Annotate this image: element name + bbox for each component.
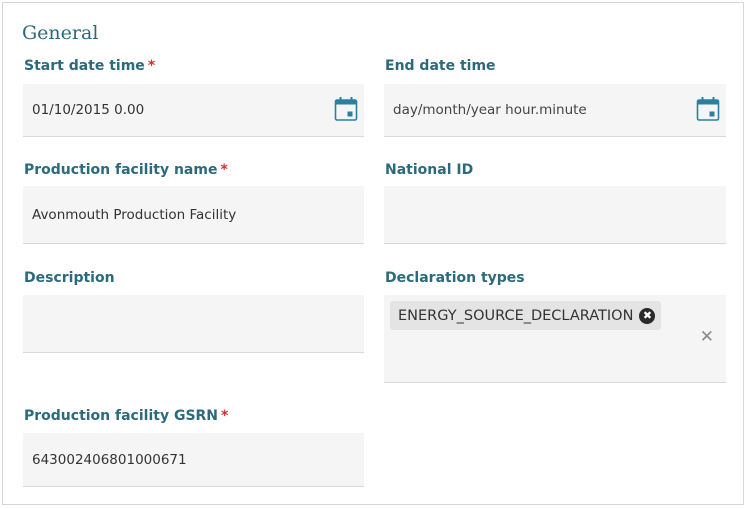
gsrn-label-text: Production facility GSRN [24,408,219,424]
facility-name-label: Production facility name * [24,162,228,178]
national-id-label-text: National ID [385,162,474,178]
end-date-label-text: End date time [385,58,496,74]
facility-name-value[interactable]: Avonmouth Production Facility [32,207,236,223]
start-date-field[interactable]: 01/10/2015 0.00 [23,84,364,137]
description-input[interactable] [23,295,364,353]
national-id-label: National ID [385,162,473,178]
section-title: General [22,22,99,44]
gsrn-value[interactable]: 643002406801000671 [32,452,187,468]
required-marker: * [221,408,229,424]
chip-remove-icon[interactable]: ✖ [639,307,656,324]
start-date-value[interactable]: 01/10/2015 0.00 [32,102,144,118]
gsrn-input[interactable]: 643002406801000671 [23,433,364,487]
required-marker: * [220,162,228,178]
calendar-icon[interactable] [696,96,720,122]
end-date-field[interactable]: day/month/year hour.minute [384,84,726,137]
start-date-label: Start date time * [24,58,155,74]
description-label-text: Description [24,270,115,286]
clear-selection-icon[interactable]: ✕ [700,329,714,346]
end-date-label: End date time [385,58,496,74]
end-date-placeholder[interactable]: day/month/year hour.minute [393,102,587,118]
start-date-label-text: Start date time [24,58,145,74]
declaration-type-chip: ENERGY_SOURCE_DECLARATION ✖ [390,301,662,330]
declaration-types-label-text: Declaration types [385,270,525,286]
declaration-types-label: Declaration types [385,270,525,286]
chip-label: ENERGY_SOURCE_DECLARATION [398,307,634,324]
declaration-types-select[interactable]: ENERGY_SOURCE_DECLARATION ✖ ✕ [384,295,726,383]
calendar-icon[interactable] [334,96,358,122]
description-label: Description [24,270,115,286]
gsrn-label: Production facility GSRN * [24,408,228,424]
facility-name-label-text: Production facility name [24,162,218,178]
national-id-input[interactable] [384,186,726,244]
general-panel [2,2,744,505]
facility-name-input[interactable]: Avonmouth Production Facility [23,186,364,244]
required-marker: * [147,58,156,74]
